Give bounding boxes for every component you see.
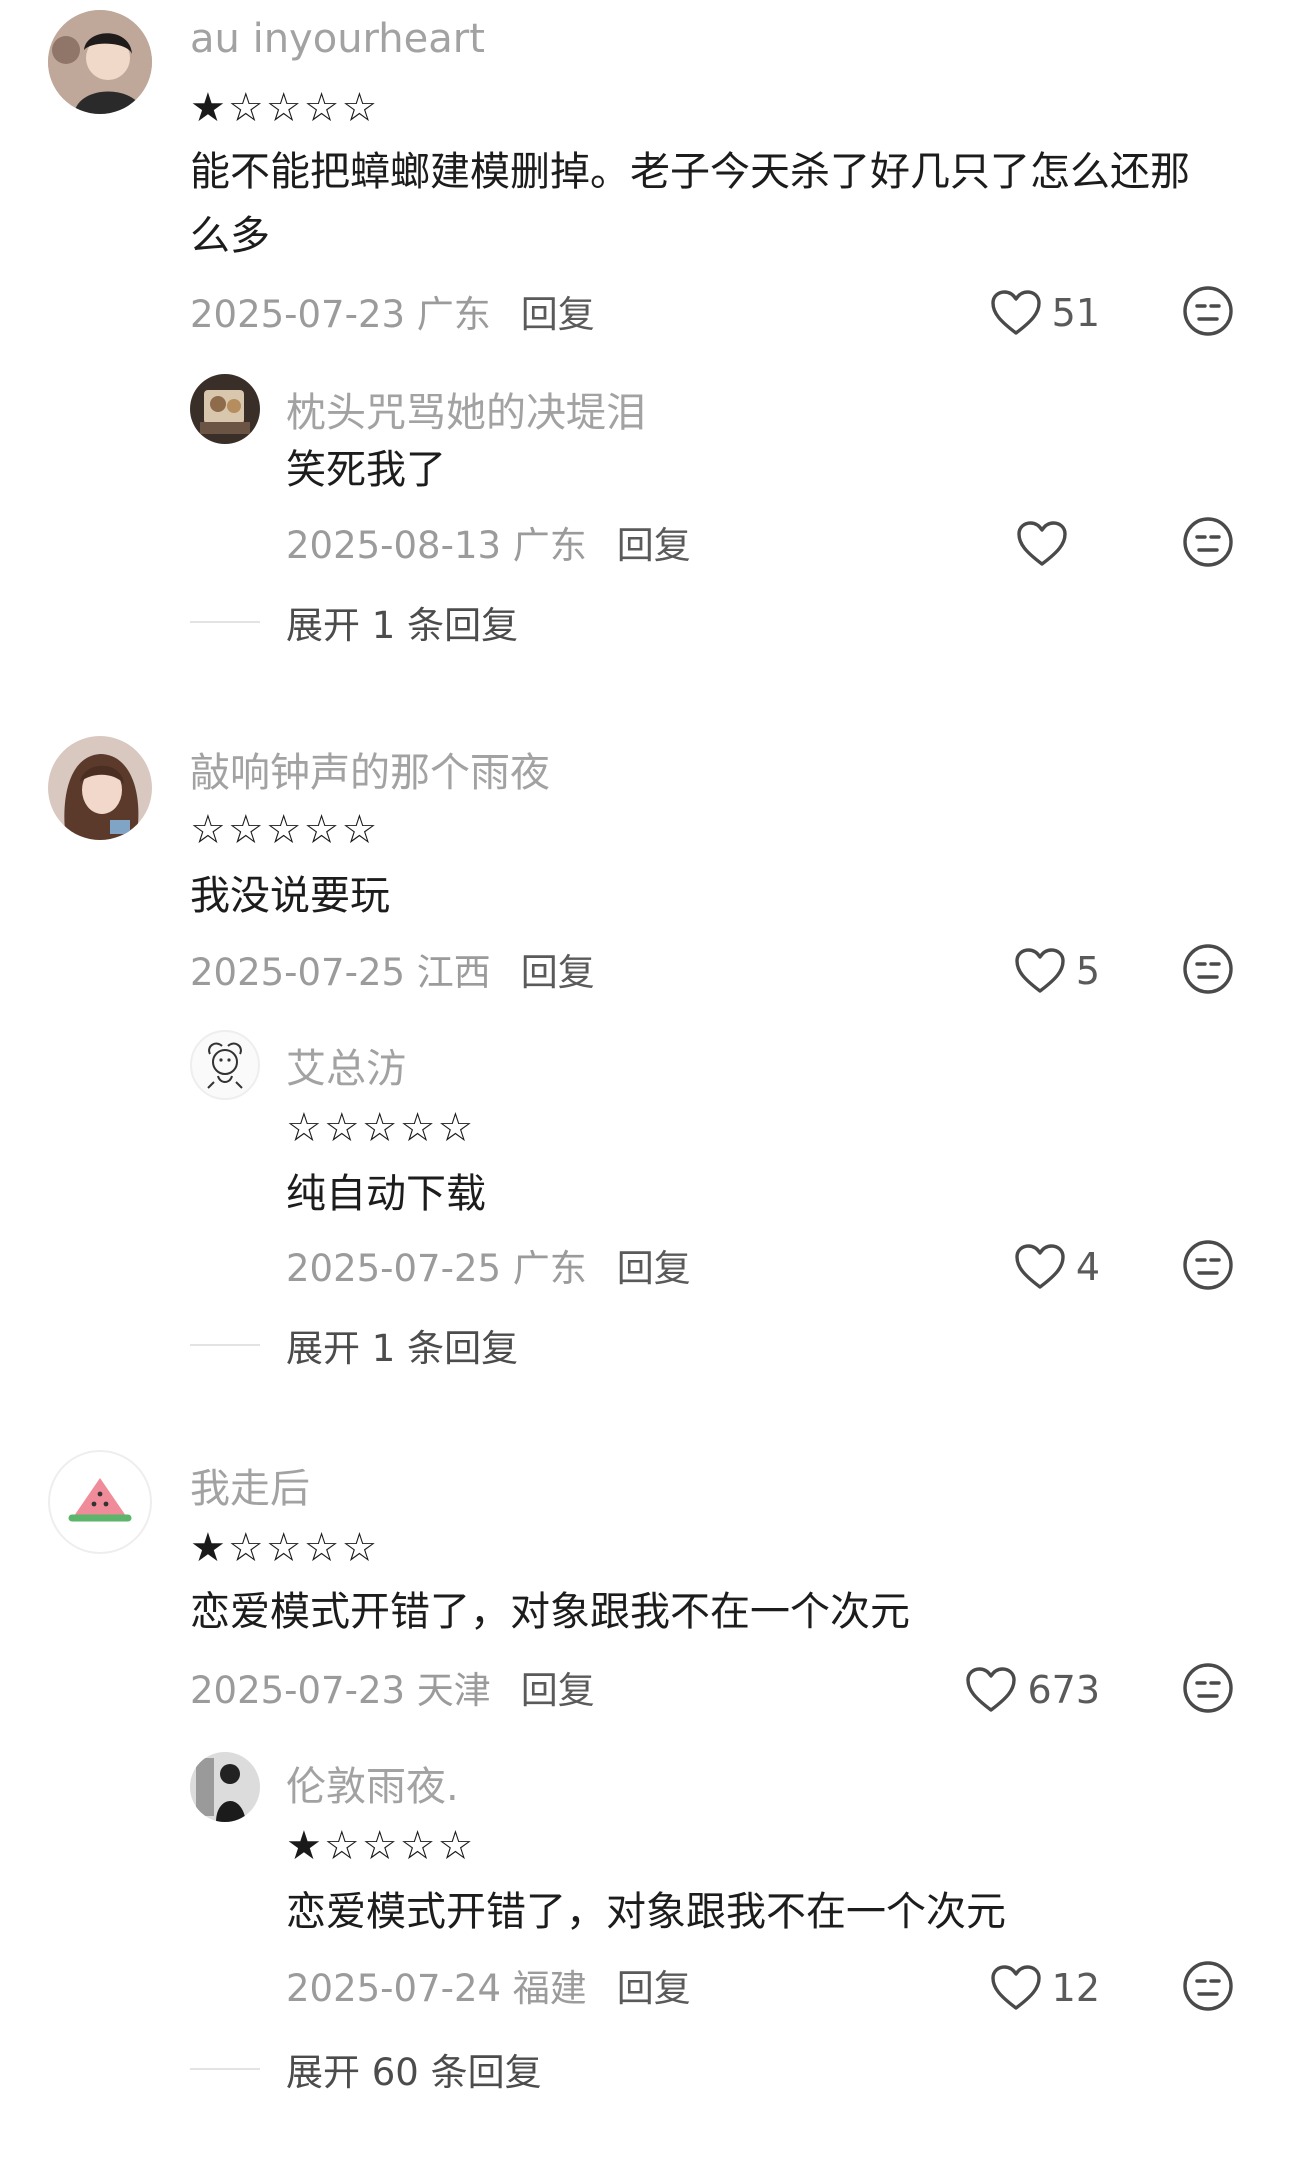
heart-icon [965, 1666, 1017, 1714]
user-avatar-photo-icon[interactable] [190, 374, 260, 444]
comment-text: 恋爱模式开错了，对象跟我不在一个次元 [190, 1589, 910, 1635]
reply-button[interactable]: 回复 [617, 1967, 691, 2010]
like-button[interactable]: 5 [980, 941, 1100, 1001]
heart-icon [990, 289, 1042, 337]
like-count: 51 [1051, 291, 1100, 335]
rating-stars: ★☆☆☆☆ [190, 85, 380, 131]
rating-stars: ★☆☆☆☆ [286, 1823, 476, 1869]
neutral-face-icon[interactable] [1182, 285, 1234, 337]
neutral-face-icon[interactable] [1182, 516, 1234, 568]
comment-meta: 2025-07-25 江西 回复 [190, 942, 595, 996]
like-button[interactable] [1000, 514, 1068, 574]
reply-button[interactable]: 回复 [521, 951, 595, 994]
divider [190, 621, 260, 623]
comment-username[interactable]: 我走后 [190, 1456, 310, 1514]
like-count: 12 [1051, 1966, 1100, 2010]
reply-date-location: 2025-08-13 广东 [286, 524, 587, 567]
like-count: 4 [1075, 1245, 1100, 1289]
reply-text: 笑死我了 [286, 447, 446, 493]
like-count: 673 [1027, 1668, 1100, 1712]
heart-icon [1014, 947, 1066, 995]
expand-replies-button[interactable]: 展开 1 条回复 [190, 1318, 518, 1372]
heart-icon [1016, 520, 1068, 568]
reply-text: 纯自动下载 [286, 1171, 486, 1217]
reply-username[interactable]: 枕头咒骂她的决堤泪 [286, 380, 646, 438]
neutral-face-icon[interactable] [1182, 1960, 1234, 2012]
comment-text: 我没说要玩 [190, 873, 390, 919]
reply-button[interactable]: 回复 [521, 293, 595, 336]
user-avatar-sketch-icon[interactable] [190, 1030, 260, 1100]
reply-username[interactable]: 伦敦雨夜. [286, 1754, 459, 1812]
like-count: 5 [1075, 949, 1100, 993]
comment-username[interactable]: au inyourheart [190, 16, 485, 62]
reply-username[interactable]: 艾总汸 [286, 1036, 406, 1094]
comment-date-location: 2025-07-23 广东 [190, 293, 491, 336]
like-button[interactable]: 4 [980, 1237, 1100, 1297]
neutral-face-icon[interactable] [1182, 1662, 1234, 1714]
reply-button[interactable]: 回复 [617, 524, 691, 567]
comment-date-location: 2025-07-23 天津 [190, 1669, 491, 1712]
reply-meta: 2025-07-24 福建 回复 [286, 1958, 691, 2012]
divider [190, 2068, 260, 2070]
neutral-face-icon[interactable] [1182, 1239, 1234, 1291]
user-avatar-bw-photo-icon[interactable] [190, 1752, 260, 1822]
divider [190, 1344, 260, 1346]
expand-replies-button[interactable]: 展开 60 条回复 [190, 2042, 542, 2096]
like-button[interactable]: 12 [960, 1958, 1100, 2018]
like-button[interactable]: 673 [940, 1660, 1100, 1720]
user-avatar-girl-icon[interactable] [48, 10, 152, 114]
reply-meta: 2025-07-25 广东 回复 [286, 1238, 691, 1292]
rating-stars: ☆☆☆☆☆ [286, 1105, 476, 1151]
reply-date-location: 2025-07-25 广东 [286, 1247, 587, 1290]
comment-meta: 2025-07-23 天津 回复 [190, 1660, 595, 1714]
user-avatar-girl-icon[interactable] [48, 736, 152, 840]
reply-text: 恋爱模式开错了，对象跟我不在一个次元 [286, 1889, 1006, 1935]
comment-username[interactable]: 敲响钟声的那个雨夜 [190, 740, 550, 798]
comment-meta: 2025-07-23 广东 回复 [190, 284, 595, 338]
reply-date-location: 2025-07-24 福建 [286, 1967, 587, 2010]
expand-replies-button[interactable]: 展开 1 条回复 [190, 595, 518, 649]
neutral-face-icon[interactable] [1182, 943, 1234, 995]
heart-icon [1014, 1243, 1066, 1291]
reply-button[interactable]: 回复 [521, 1669, 595, 1712]
reply-meta: 2025-08-13 广东 回复 [286, 515, 691, 569]
rating-stars: ★☆☆☆☆ [190, 1525, 380, 1571]
heart-icon [990, 1964, 1042, 2012]
like-button[interactable]: 51 [980, 283, 1100, 343]
comment-text: 能不能把蟑螂建模删掉。老子今天杀了好几只了怎么还那 么多 [190, 149, 1190, 259]
watermelon-avatar-icon[interactable] [48, 1450, 152, 1554]
rating-stars: ☆☆☆☆☆ [190, 807, 380, 853]
reply-button[interactable]: 回复 [617, 1247, 691, 1290]
comment-date-location: 2025-07-25 江西 [190, 951, 491, 994]
